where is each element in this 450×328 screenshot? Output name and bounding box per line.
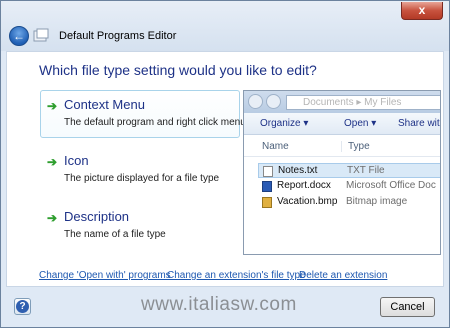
option-title: Context Menu: [64, 97, 145, 112]
help-button[interactable]: ?: [14, 298, 31, 315]
preview-back-icon: [248, 94, 263, 109]
delete-extension-link[interactable]: Delete an extension: [299, 270, 387, 281]
option-title: Description: [64, 209, 130, 224]
preview-organize: Organize ▾: [260, 118, 309, 129]
dialog-footer: ? www.italiasw.com Cancel: [1, 288, 449, 328]
help-icon: ?: [16, 300, 29, 313]
close-button[interactable]: x: [401, 2, 443, 20]
file-type: Bitmap image: [346, 196, 408, 207]
file-row: Vacation.bmp Bitmap image: [258, 195, 440, 210]
text-file-icon: [263, 166, 273, 177]
green-arrow-icon: ➔: [47, 211, 58, 225]
main-content: Which file type setting would you like t…: [6, 51, 444, 287]
column-type: Type: [341, 141, 370, 152]
watermark-text: www.italiasw.com: [141, 294, 297, 315]
change-extension-type-link[interactable]: Change an extension's file type: [167, 270, 306, 281]
column-name: Name: [262, 141, 289, 152]
change-open-with-link[interactable]: Change 'Open with' programs: [39, 270, 171, 281]
option-description: The default program and right click menu: [64, 117, 246, 128]
option-context-menu[interactable]: ➔ Context Menu The default program and r…: [40, 90, 246, 138]
file-row: Report.docx Microsoft Office Doc: [258, 179, 440, 194]
green-arrow-icon: ➔: [47, 99, 58, 113]
title-bar: x ← Default Programs Editor: [1, 1, 449, 51]
page-question: Which file type setting would you like t…: [39, 62, 317, 78]
preview-open: Open ▾: [344, 118, 377, 129]
explorer-preview: Documents ▸ My Files Organize ▾ Open ▾ S…: [243, 90, 441, 255]
back-button[interactable]: ←: [9, 26, 29, 46]
option-icon[interactable]: ➔ Icon The picture displayed for a file …: [40, 146, 240, 194]
option-description: The name of a file type: [64, 229, 166, 240]
preview-toolbar: Organize ▾ Open ▾ Share with: [244, 113, 441, 135]
dialog-window: x ← Default Programs Editor Which file t…: [0, 0, 450, 328]
file-name: Notes.txt: [278, 165, 318, 176]
file-name: Vacation.bmp: [277, 196, 338, 207]
cancel-button[interactable]: Cancel: [380, 297, 435, 317]
file-row: Notes.txt TXT File: [258, 163, 440, 178]
option-title: Icon: [64, 153, 89, 168]
preview-forward-icon: [266, 94, 281, 109]
green-arrow-icon: ➔: [47, 155, 58, 169]
file-type: Microsoft Office Doc: [346, 180, 436, 191]
window-title: Default Programs Editor: [59, 30, 177, 42]
preview-address-bar: Documents ▸ My Files: [244, 91, 440, 113]
app-icon: [33, 28, 49, 42]
file-type: TXT File: [347, 165, 385, 176]
preview-column-headers: Name Type: [244, 135, 440, 157]
bitmap-image-icon: [262, 197, 272, 208]
option-description: The picture displayed for a file type: [64, 173, 220, 184]
option-description[interactable]: ➔ Description The name of a file type: [40, 202, 240, 250]
file-name: Report.docx: [277, 180, 331, 191]
preview-share: Share with: [398, 118, 441, 129]
preview-path: Documents ▸ My Files: [286, 95, 440, 110]
word-document-icon: [262, 181, 272, 192]
